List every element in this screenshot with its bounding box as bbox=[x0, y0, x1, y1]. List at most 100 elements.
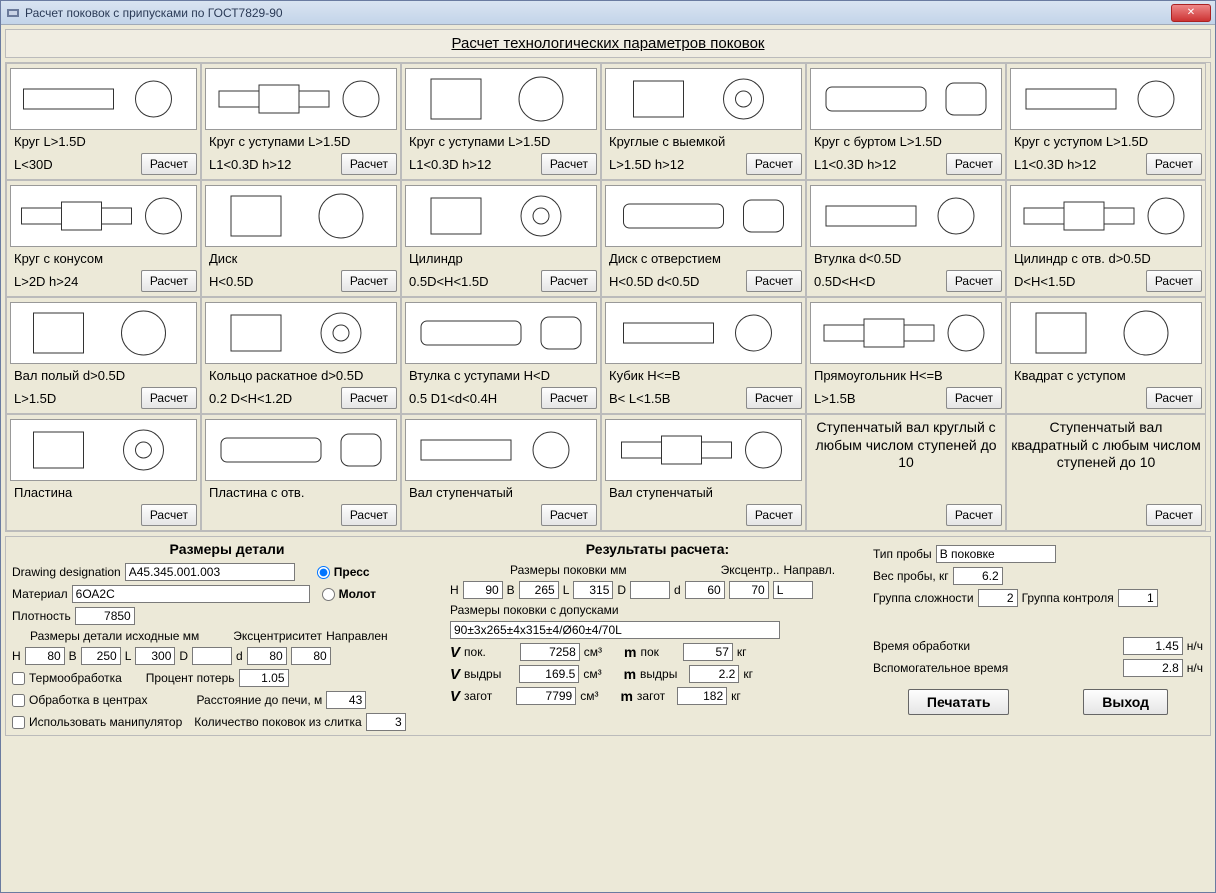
B-input[interactable] bbox=[81, 647, 121, 665]
mpok-input[interactable] bbox=[683, 643, 733, 661]
calc-button[interactable]: Расчет bbox=[946, 270, 1002, 292]
aux-time-input[interactable] bbox=[1123, 659, 1183, 677]
shape-thumb bbox=[810, 302, 1002, 364]
df2-input[interactable] bbox=[729, 581, 769, 599]
ingot-input[interactable] bbox=[366, 713, 406, 731]
exit-button[interactable]: Выход bbox=[1083, 689, 1168, 715]
Vvyd-input[interactable] bbox=[519, 665, 579, 683]
calc-button[interactable]: Расчет bbox=[541, 270, 597, 292]
shape-thumb bbox=[205, 419, 397, 481]
calc-button[interactable]: Расчет bbox=[746, 387, 802, 409]
close-button[interactable]: ✕ bbox=[1171, 4, 1211, 22]
shape-thumb bbox=[810, 68, 1002, 130]
calc-button[interactable]: Расчет bbox=[746, 504, 802, 526]
df-input[interactable] bbox=[685, 581, 725, 599]
calc-button[interactable]: Расчет bbox=[1146, 504, 1202, 526]
calc-button[interactable]: Расчет bbox=[541, 153, 597, 175]
chk-manip[interactable]: Использовать манипулятор bbox=[12, 715, 182, 729]
grp-diff-input[interactable] bbox=[978, 589, 1018, 607]
D-input[interactable] bbox=[192, 647, 232, 665]
radio-press[interactable]: Пресс bbox=[317, 565, 370, 579]
calc-button[interactable]: Расчет bbox=[341, 153, 397, 175]
kg-3: кг bbox=[731, 689, 741, 703]
Hf-input[interactable] bbox=[463, 581, 503, 599]
m-lbl3: m bbox=[620, 688, 632, 704]
tol-label: Размеры поковки с допусками bbox=[450, 603, 619, 617]
Vzag-input[interactable] bbox=[516, 687, 576, 705]
shape-thumb bbox=[10, 68, 197, 130]
proc-time-input[interactable] bbox=[1123, 637, 1183, 655]
density-input[interactable] bbox=[75, 607, 135, 625]
shape-cell-1-1: ДискH<0.5DРасчет bbox=[201, 180, 401, 297]
shape-label-1: Круг с уступами L>1.5D bbox=[205, 134, 397, 149]
shape-label-2: L1<0.3D h>12 bbox=[205, 157, 291, 172]
chk-heat[interactable]: Термообработка bbox=[12, 671, 122, 685]
zagot-lbl: загот bbox=[464, 689, 492, 703]
shape-cell-2-2: Втулка с уступами H<D0.5 D1<d<0.4HРасчет bbox=[401, 297, 601, 414]
shape-thumb bbox=[1010, 185, 1202, 247]
radio-hammer[interactable]: Молот bbox=[322, 587, 376, 601]
mzag-input[interactable] bbox=[677, 687, 727, 705]
shape-cell-1-3: Диск с отверстиемH<0.5D d<0.5DРасчет bbox=[601, 180, 806, 297]
shape-label-1: Втулка с уступами H<D bbox=[405, 368, 597, 383]
shape-label-2: L1<0.3D h>12 bbox=[810, 157, 896, 172]
shape-thumb bbox=[405, 302, 597, 364]
kg-2: кг bbox=[743, 667, 753, 681]
dir2-input[interactable] bbox=[773, 581, 813, 599]
L-input[interactable] bbox=[135, 647, 175, 665]
Df-input[interactable] bbox=[630, 581, 670, 599]
probe-wt-input[interactable] bbox=[953, 567, 1003, 585]
shape-cell-2-3: Кубик H<=BB< L<1.5BРасчет bbox=[601, 297, 806, 414]
mvyd-input[interactable] bbox=[689, 665, 739, 683]
shape-cell-2-1: Кольцо раскатное d>0.5D0.2 D<H<1.2DРасче… bbox=[201, 297, 401, 414]
calc-button[interactable]: Расчет bbox=[541, 387, 597, 409]
loss-input[interactable] bbox=[239, 669, 289, 687]
calc-button[interactable]: Расчет bbox=[141, 387, 197, 409]
Vpok-input[interactable] bbox=[520, 643, 580, 661]
loss-label: Процент потерь bbox=[146, 671, 235, 685]
calc-button[interactable]: Расчет bbox=[341, 504, 397, 526]
calc-button[interactable]: Расчет bbox=[746, 153, 802, 175]
calc-button[interactable]: Расчет bbox=[141, 153, 197, 175]
shape-thumb bbox=[810, 185, 1002, 247]
calc-button[interactable]: Расчет bbox=[341, 387, 397, 409]
shape-cell-0-5: Круг с уступом L>1.5DL1<0.3D h>12Расчет bbox=[1006, 63, 1206, 180]
calc-button[interactable]: Расчет bbox=[746, 270, 802, 292]
shape-thumb bbox=[605, 185, 802, 247]
probe-input[interactable] bbox=[936, 545, 1056, 563]
dist-input[interactable] bbox=[326, 691, 366, 709]
calc-button[interactable]: Расчет bbox=[946, 387, 1002, 409]
titlebar: Расчет поковок с припусками по ГОСТ7829-… bbox=[1, 1, 1215, 25]
material-input[interactable] bbox=[72, 585, 310, 603]
Bf-input[interactable] bbox=[519, 581, 559, 599]
grp-ctrl-input[interactable] bbox=[1118, 589, 1158, 607]
tol-input[interactable] bbox=[450, 621, 780, 639]
vydry-lbl: выдры bbox=[464, 667, 501, 681]
shape-cell-1-5: Цилиндр с отв. d>0.5DD<H<1.5DРасчет bbox=[1006, 180, 1206, 297]
shape-cell-1-0: Круг с конусомL>2D h>24Расчет bbox=[6, 180, 201, 297]
chk-centers[interactable]: Обработка в центрах bbox=[12, 693, 147, 707]
calc-button[interactable]: Расчет bbox=[1146, 387, 1202, 409]
shape-label-2: L1<0.3D h>12 bbox=[1010, 157, 1096, 172]
Lf-input[interactable] bbox=[573, 581, 613, 599]
calc-button[interactable]: Расчет bbox=[946, 504, 1002, 526]
calc-button[interactable]: Расчет bbox=[1146, 270, 1202, 292]
shape-label-2: B< L<1.5B bbox=[605, 391, 670, 406]
calc-button[interactable]: Расчет bbox=[1146, 153, 1202, 175]
shape-label-2: H<0.5D d<0.5D bbox=[605, 274, 699, 289]
print-button[interactable]: Печатать bbox=[908, 689, 1010, 715]
calc-button[interactable]: Расчет bbox=[141, 504, 197, 526]
shape-cell-0-2: Круг с уступами L>1.5DL1<0.3D h>12Расчет bbox=[401, 63, 601, 180]
calc-button[interactable]: Расчет bbox=[541, 504, 597, 526]
calc-button[interactable]: Расчет bbox=[946, 153, 1002, 175]
calc-button[interactable]: Расчет bbox=[141, 270, 197, 292]
shape-label-1: Круг L>1.5D bbox=[10, 134, 197, 149]
designation-input[interactable] bbox=[125, 563, 295, 581]
d-input[interactable] bbox=[247, 647, 287, 665]
calc-button[interactable]: Расчет bbox=[341, 270, 397, 292]
shape-big-label: Ступенчатый вал квадратный с любым число… bbox=[1010, 419, 1202, 472]
cm3-1: см³ bbox=[584, 645, 602, 659]
shape-label-1: Квадрат с уступом bbox=[1010, 368, 1202, 383]
H-input[interactable] bbox=[25, 647, 65, 665]
d2-input[interactable] bbox=[291, 647, 331, 665]
